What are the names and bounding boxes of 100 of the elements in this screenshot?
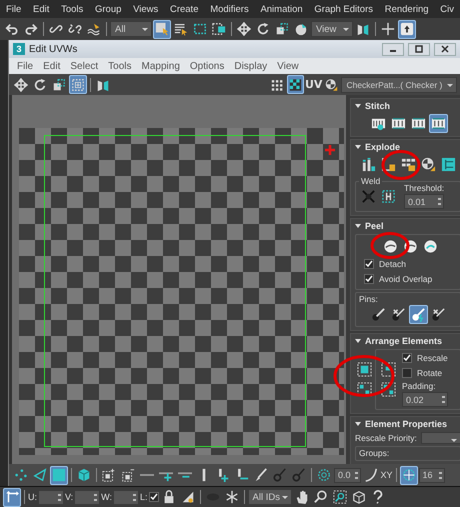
checkbox[interactable] <box>402 353 412 363</box>
dropdown[interactable]: View <box>311 21 353 37</box>
threshold-field[interactable]: 0.01 <box>404 194 444 209</box>
app-logo: 3 <box>13 43 25 55</box>
plus-marker-icon <box>324 144 336 156</box>
menu-item[interactable]: Graph Editors <box>310 4 378 14</box>
checkbox[interactable] <box>364 274 374 284</box>
vertex-icon <box>14 468 28 482</box>
edge-ring-shrink-icon <box>235 468 249 482</box>
close-button[interactable] <box>434 42 456 56</box>
menu-item[interactable]: File <box>2 4 26 14</box>
window-title: Edit UVWs <box>29 44 78 54</box>
mirror-icon <box>96 78 110 92</box>
stitch-button[interactable] <box>428 114 448 133</box>
move-button[interactable] <box>12 75 30 94</box>
expand-triangle-icon[interactable] <box>355 422 361 426</box>
menu-item[interactable]: Options <box>186 60 228 72</box>
up-arrow-button[interactable] <box>398 20 416 38</box>
rollout-title[interactable]: Arrange Elements <box>365 336 442 346</box>
option-label: Detach <box>379 259 406 269</box>
snowflake-icon <box>224 490 239 504</box>
menu-item[interactable]: Edit <box>39 60 64 72</box>
label: Threshold: <box>404 183 444 193</box>
option-label: Rotate <box>417 368 442 378</box>
menu-item[interactable]: Civ <box>436 4 458 14</box>
menu-item[interactable]: Edit <box>29 4 54 14</box>
lock-icon <box>162 490 176 504</box>
close-icon <box>441 45 449 53</box>
expand-triangle-icon[interactable] <box>355 338 361 342</box>
input-field[interactable]: 16 <box>418 468 445 482</box>
menu-item[interactable]: Create <box>166 4 202 14</box>
pack-grid-icon <box>357 382 372 397</box>
expand-triangle-icon[interactable] <box>355 104 361 108</box>
menu-item[interactable]: File <box>13 60 38 72</box>
rollout-title[interactable]: Explode <box>365 142 400 152</box>
pin-icon <box>273 468 287 482</box>
face-button[interactable] <box>50 466 68 484</box>
checkbox[interactable] <box>402 368 412 378</box>
input-field[interactable] <box>113 490 140 504</box>
redo-icon <box>24 22 38 36</box>
menu-item[interactable]: Select <box>66 60 102 72</box>
minimize-button[interactable] <box>382 42 404 56</box>
patterned-ball-icon <box>325 78 338 92</box>
globe-button[interactable] <box>400 466 418 484</box>
sphere-icon <box>294 22 308 36</box>
dropdown[interactable]: All <box>110 21 152 37</box>
maximize-button[interactable] <box>408 42 430 56</box>
pack-grid-button[interactable] <box>379 380 398 398</box>
pin-icon <box>292 468 306 482</box>
mirror-icon <box>356 22 370 36</box>
dropdown[interactable]: CheckerPatt...( Checker ) <box>341 76 457 92</box>
hand-icon <box>294 490 309 504</box>
menu-item[interactable]: Modifiers <box>206 4 253 14</box>
select-by-name-icon <box>174 22 188 36</box>
stitch-gear-icon <box>370 116 386 131</box>
checker-button[interactable] <box>287 75 304 94</box>
move-icon <box>14 78 28 92</box>
annotation-circle <box>370 231 410 260</box>
pack-button[interactable] <box>355 360 374 379</box>
panel-icon <box>440 157 456 172</box>
padding-field[interactable]: 0.02 <box>402 392 448 407</box>
check-mark-icon <box>150 493 158 501</box>
select-object-button[interactable] <box>153 20 171 38</box>
menu-item[interactable]: Tools <box>104 60 136 72</box>
pack-small-button[interactable] <box>379 360 398 378</box>
expand-triangle-icon[interactable] <box>355 224 361 228</box>
label: UV <box>305 78 322 91</box>
stitch-icon <box>430 116 446 131</box>
stitch-icon <box>410 116 426 131</box>
menu-item[interactable]: Views <box>129 4 162 14</box>
input-field[interactable]: 0.0 <box>334 468 361 482</box>
menu-item[interactable]: View <box>273 60 303 72</box>
menu-item[interactable]: Tools <box>57 4 88 14</box>
dropdown[interactable]: All IDs <box>248 489 292 505</box>
edge-icon <box>33 468 47 482</box>
rollout-title[interactable]: Peel <box>365 220 384 230</box>
priority-dropdown[interactable] <box>420 432 460 444</box>
menu-item[interactable]: Animation <box>256 4 307 14</box>
patterned-ball-icon <box>420 157 436 172</box>
grow-selection-icon <box>102 468 116 482</box>
menu-item[interactable]: Mapping <box>138 60 184 72</box>
menu-item[interactable]: Group <box>90 4 126 14</box>
checkbox[interactable] <box>148 492 159 502</box>
freeform-icon <box>71 78 85 92</box>
rollout-title[interactable]: Element Properties <box>365 418 448 428</box>
rollout-title[interactable]: Stitch <box>365 100 390 110</box>
zoom-region-button[interactable] <box>330 488 349 506</box>
move-button[interactable] <box>235 20 253 38</box>
expand-triangle-icon[interactable] <box>355 144 361 148</box>
menu-item[interactable]: Display <box>230 60 272 72</box>
help-icon <box>370 490 385 504</box>
checkbox[interactable] <box>364 259 374 269</box>
menu-item[interactable]: Rendering <box>380 4 433 14</box>
option-label: Avoid Overlap <box>379 274 432 284</box>
input-field[interactable] <box>38 490 64 504</box>
axis-button[interactable] <box>3 488 21 506</box>
pin-bolt-button[interactable] <box>408 305 428 324</box>
label: L: <box>140 492 148 502</box>
input-field[interactable] <box>74 490 100 504</box>
peel-sphere-icon <box>403 239 418 254</box>
